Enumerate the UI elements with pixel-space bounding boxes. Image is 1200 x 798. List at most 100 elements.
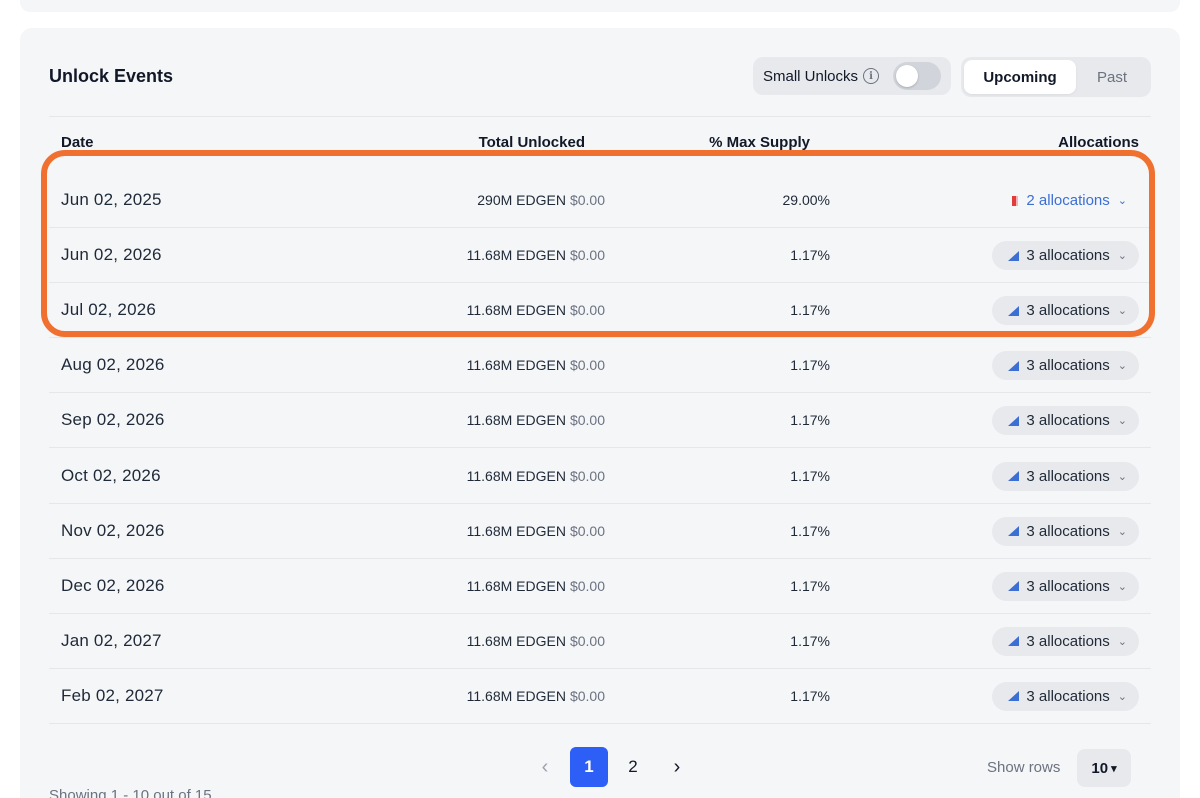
- table-row: Feb 02, 2027 11.68M EDGEN $0.00 1.17% 3 allo…: [49, 669, 1151, 724]
- row-total-unlocked: 290M EDGEN $0.00: [477, 192, 605, 208]
- allocations-label: 3 allocations: [1026, 577, 1110, 595]
- allocations-dropdown[interactable]: 3 allocations ⌄: [992, 516, 1139, 546]
- row-max-supply: 1.17%: [790, 687, 830, 704]
- total-usd: $0.00: [569, 467, 605, 484]
- allocations-dropdown[interactable]: 3 allocations ⌄: [992, 351, 1139, 381]
- small-unlocks-toggle[interactable]: [893, 62, 941, 90]
- row-total-unlocked: 11.68M EDGEN $0.00: [467, 302, 605, 318]
- red-flag-icon: [1012, 195, 1019, 206]
- row-date: Sep 02, 2026: [61, 410, 165, 430]
- total-amount: 11.68M EDGEN: [466, 687, 566, 704]
- allocations-label: 3 allocations: [1026, 632, 1110, 650]
- table-row: Aug 02, 2026 11.68M EDGEN $0.00 1.17% 3 allo…: [49, 338, 1151, 394]
- allocations-dropdown[interactable]: 3 allocations ⌄: [992, 681, 1139, 711]
- row-total-unlocked: 11.68M EDGEN $0.00: [467, 523, 605, 539]
- chevron-down-icon: ⌄: [1117, 250, 1127, 263]
- total-amount: 11.68M EDGEN: [466, 247, 566, 264]
- allocations-dropdown[interactable]: 3 allocations ⌄: [992, 571, 1139, 601]
- total-usd: $0.00: [569, 192, 605, 208]
- chevron-left-icon[interactable]: ‹: [525, 747, 565, 787]
- row-date: Jan 02, 2027: [61, 630, 162, 650]
- total-usd: $0.00: [569, 632, 605, 649]
- column-header-total-unlocked[interactable]: Total Unlocked: [479, 134, 585, 151]
- total-usd: $0.00: [569, 577, 605, 594]
- blue-triangle-icon: [1008, 471, 1020, 481]
- chevron-right-icon[interactable]: ›: [657, 747, 697, 787]
- chevron-down-icon: ⌄: [1117, 525, 1127, 538]
- table-row: Jun 02, 2025 290M EDGEN $0.00 29.00% 2 alloc…: [49, 173, 1151, 228]
- chevron-down-icon: ▾: [1111, 762, 1117, 775]
- row-max-supply: 1.17%: [790, 632, 830, 649]
- chevron-down-icon: ⌄: [1117, 305, 1127, 318]
- allocations-dropdown[interactable]: 3 allocations ⌄: [992, 626, 1139, 656]
- row-max-supply: 1.17%: [790, 302, 830, 319]
- row-date: Jun 02, 2025: [61, 190, 162, 209]
- page-button-2[interactable]: 2: [614, 747, 652, 787]
- row-max-supply: 1.17%: [790, 247, 830, 264]
- chevron-down-icon: ⌄: [1117, 470, 1127, 483]
- table-row: Nov 02, 2026 11.68M EDGEN $0.00 1.17% 3 allo…: [49, 504, 1151, 559]
- table-row: Oct 02, 2026 11.68M EDGEN $0.00 1.17% 3 allo…: [49, 449, 1151, 504]
- unlock-events-card: Unlock Events Small Unlocks i Upcoming P…: [20, 28, 1180, 798]
- row-max-supply: 1.17%: [790, 522, 830, 539]
- chevron-down-icon: ⌄: [1117, 690, 1127, 703]
- allocations-dropdown[interactable]: 3 allocations ⌄: [992, 406, 1139, 436]
- show-rows-label: Show rows: [987, 759, 1061, 776]
- row-total-unlocked: 11.68M EDGEN $0.00: [467, 633, 605, 649]
- tab-past[interactable]: Past: [1076, 60, 1148, 94]
- row-date: Feb 02, 2027: [61, 685, 164, 705]
- allocations-dropdown[interactable]: 3 allocations ⌄: [992, 296, 1139, 326]
- chevron-down-icon: ⌄: [1117, 635, 1127, 648]
- chevron-down-icon: ⌄: [1117, 195, 1127, 207]
- column-header-date[interactable]: Date: [61, 134, 94, 151]
- allocations-dropdown[interactable]: 3 allocations ⌄: [992, 461, 1139, 491]
- total-usd: $0.00: [569, 412, 605, 429]
- row-max-supply: 1.17%: [790, 577, 830, 594]
- allocations-label: 3 allocations: [1026, 412, 1110, 430]
- total-usd: $0.00: [569, 687, 605, 704]
- total-amount: 11.68M EDGEN: [466, 577, 566, 594]
- table-row: Jul 02, 2026 11.68M EDGEN $0.00 1.17% 3 allo…: [49, 283, 1151, 339]
- page-button-1[interactable]: 1: [570, 747, 608, 787]
- total-usd: $0.00: [569, 302, 605, 319]
- blue-triangle-icon: [1008, 526, 1020, 537]
- info-icon[interactable]: i: [863, 68, 880, 84]
- row-total-unlocked: 11.68M EDGEN $0.00: [467, 578, 605, 594]
- rows-per-page-value: 10: [1091, 759, 1109, 777]
- rows-per-page-select[interactable]: 10 ▾: [1077, 749, 1131, 787]
- table-row: Jan 02, 2027 11.68M EDGEN $0.00 1.17% 3 allo…: [49, 614, 1151, 669]
- allocations-label: 3 allocations: [1026, 302, 1110, 320]
- column-header-allocations[interactable]: Allocations: [1058, 134, 1139, 151]
- allocations-dropdown[interactable]: 2 allocations ⌄: [996, 186, 1139, 215]
- allocations-dropdown[interactable]: 3 allocations ⌄: [992, 241, 1139, 271]
- row-date: Oct 02, 2026: [61, 465, 161, 485]
- toggle-knob: [896, 65, 918, 87]
- small-unlocks-control: Small Unlocks i: [753, 57, 951, 95]
- total-usd: $0.00: [569, 247, 605, 264]
- allocations-label: 3 allocations: [1026, 522, 1110, 540]
- table-row: Sep 02, 2026 11.68M EDGEN $0.00 1.17% 3 allo…: [49, 393, 1151, 449]
- table-row: Jun 02, 2026 11.68M EDGEN $0.00 1.17% 3 allo…: [49, 228, 1151, 284]
- time-tabs: Upcoming Past: [961, 57, 1151, 97]
- row-max-supply: 29.00%: [782, 192, 830, 208]
- total-amount: 11.68M EDGEN: [466, 632, 566, 649]
- total-amount: 11.68M EDGEN: [466, 522, 566, 539]
- column-header-max-supply[interactable]: % Max Supply: [709, 134, 810, 151]
- row-total-unlocked: 11.68M EDGEN $0.00: [467, 468, 605, 484]
- row-max-supply: 1.17%: [790, 357, 830, 374]
- total-amount: 11.68M EDGEN: [466, 412, 566, 429]
- row-date: Jul 02, 2026: [61, 300, 157, 320]
- allocations-label: 2 allocations: [1026, 192, 1110, 209]
- tab-upcoming[interactable]: Upcoming: [964, 60, 1076, 94]
- pagination-summary: Showing 1 - 10 out of 15: [49, 787, 212, 798]
- total-amount: 290M EDGEN: [477, 192, 566, 208]
- blue-triangle-icon: [1008, 360, 1020, 371]
- total-amount: 11.68M EDGEN: [466, 302, 566, 319]
- total-usd: $0.00: [569, 522, 605, 539]
- blue-triangle-icon: [1008, 691, 1020, 702]
- allocations-label: 3 allocations: [1026, 357, 1110, 375]
- blue-triangle-icon: [1008, 581, 1020, 592]
- allocations-label: 3 allocations: [1026, 467, 1110, 485]
- row-total-unlocked: 11.68M EDGEN $0.00: [467, 247, 605, 263]
- total-amount: 11.68M EDGEN: [466, 357, 566, 374]
